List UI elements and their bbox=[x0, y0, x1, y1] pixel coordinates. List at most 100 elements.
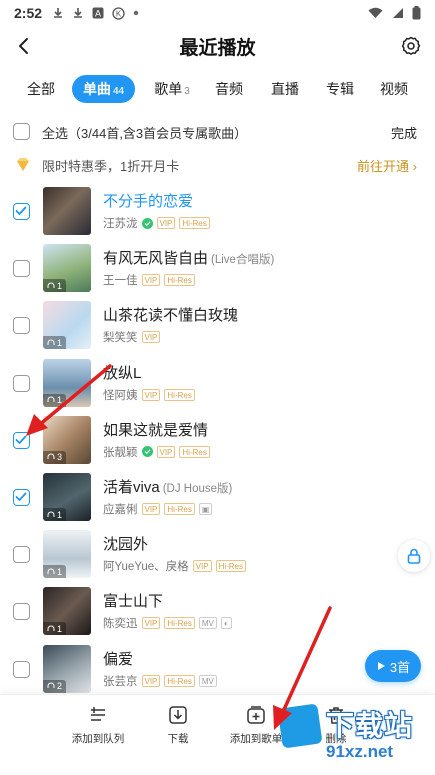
song-title: 沈园外 bbox=[103, 533, 148, 554]
quality-badge: ▣ bbox=[198, 503, 213, 515]
song-checkbox[interactable] bbox=[13, 489, 30, 506]
tab-label: 直播 bbox=[271, 81, 299, 97]
song-meta: 张靓颖 VIP Hi-Res bbox=[103, 444, 210, 460]
song-row[interactable]: 1 活着viva (DJ House版) 应嘉俐 VIP Hi-Res ▣ bbox=[0, 470, 435, 524]
album-cover: 1 bbox=[43, 587, 91, 636]
song-title-text: 如果这就是爱情 bbox=[103, 421, 209, 439]
watermark-url: 91xz.net bbox=[326, 742, 394, 761]
wifi-icon bbox=[368, 7, 383, 18]
add-to-queue-button[interactable]: 添加到队列 bbox=[58, 705, 138, 746]
play-count-value: 1 bbox=[57, 566, 63, 577]
song-meta: 陈奕迅 VIP Hi-Res MV ◐ bbox=[103, 615, 232, 631]
song-title-text: 山茶花读不懂白玫瑰 bbox=[103, 307, 239, 325]
tab-albums[interactable]: 专辑 bbox=[323, 75, 357, 103]
tab-label: 单曲 bbox=[82, 81, 111, 97]
select-all-checkbox[interactable] bbox=[13, 123, 30, 140]
song-version: (DJ House版) bbox=[162, 483, 233, 495]
headphones-icon bbox=[47, 682, 55, 689]
headphones-icon bbox=[47, 625, 55, 631]
download-button[interactable]: 下载 bbox=[138, 705, 218, 746]
song-title-text: 沈园外 bbox=[103, 536, 149, 554]
tab-live[interactable]: 直播 bbox=[268, 75, 302, 103]
song-meta: 应嘉俐 VIP Hi-Res ▣ bbox=[103, 501, 213, 517]
song-checkbox[interactable] bbox=[13, 317, 30, 335]
play-icon bbox=[377, 662, 385, 670]
quality-badge: ◐ bbox=[220, 617, 232, 630]
hires-badge: Hi-Res bbox=[215, 560, 247, 573]
vip-badge: VIP bbox=[141, 674, 161, 687]
song-title: 富士山下 bbox=[103, 590, 163, 611]
download-icon bbox=[169, 706, 187, 724]
song-checkbox[interactable] bbox=[13, 603, 30, 621]
action-label: 添加到歌单 bbox=[229, 733, 283, 745]
song-artist: 汪苏泷 bbox=[103, 218, 138, 230]
song-checkbox[interactable] bbox=[13, 546, 30, 564]
tab-count: 3 bbox=[184, 86, 190, 97]
song-artist: 王一佳 bbox=[103, 275, 138, 288]
page-title: 最近播放 bbox=[179, 37, 256, 59]
headphones-icon bbox=[47, 511, 55, 517]
tab-count: 44 bbox=[112, 86, 125, 97]
svg-text:A: A bbox=[95, 9, 101, 19]
song-title: 放纵L bbox=[103, 362, 141, 383]
tab-all[interactable]: 全部 bbox=[24, 75, 58, 103]
play-selected-button[interactable]: 3首 bbox=[365, 650, 421, 682]
song-meta: 汪苏泷 VIP Hi-Res bbox=[103, 215, 210, 231]
hires-badge: Hi-Res bbox=[164, 274, 195, 287]
action-label: 添加到队列 bbox=[71, 733, 125, 745]
tab-label: 歌单 bbox=[154, 81, 183, 97]
back-button[interactable] bbox=[10, 32, 38, 60]
song-checkbox[interactable] bbox=[13, 260, 30, 278]
vip-badge: VIP bbox=[156, 217, 176, 229]
title-bar: 最近播放 bbox=[0, 28, 435, 64]
song-checkbox[interactable] bbox=[13, 374, 30, 392]
play-count-value: 1 bbox=[57, 623, 63, 634]
vip-promo-banner: 限时特惠季，1折开月卡 前往开通 › bbox=[0, 152, 435, 178]
tab-label: 专辑 bbox=[326, 81, 354, 97]
promo-link[interactable]: 前往开通 › bbox=[357, 156, 417, 175]
song-checkbox[interactable] bbox=[13, 431, 30, 449]
song-artist: 应嘉俐 bbox=[103, 504, 138, 516]
song-title-text: 有风无风皆自由 bbox=[103, 250, 209, 268]
album-cover: 1 bbox=[43, 530, 91, 579]
select-all-label[interactable]: 全选（3/44首,含3首会员专属歌曲） bbox=[42, 123, 247, 142]
song-checkbox[interactable] bbox=[13, 203, 30, 220]
album-cover bbox=[43, 187, 91, 235]
headphones-icon bbox=[47, 396, 55, 403]
song-title: 如果这就是爱情 bbox=[103, 419, 208, 440]
song-row[interactable]: 1 富士山下陈奕迅 VIP Hi-Res MV ◐ bbox=[0, 584, 435, 638]
tab-playlists[interactable]: 歌单 3 bbox=[152, 75, 192, 103]
tab-singles[interactable]: 单曲 44 bbox=[72, 75, 135, 103]
tab-audio[interactable]: 音频 bbox=[212, 75, 246, 103]
song-row[interactable]: 3 如果这就是爱情 张靓颖 VIP Hi-Res bbox=[0, 413, 435, 467]
tab-label: 音频 bbox=[215, 81, 243, 97]
promo-text: 限时特惠季，1折开月卡 bbox=[42, 158, 180, 174]
done-button[interactable]: 完成 bbox=[391, 123, 417, 142]
settings-button[interactable] bbox=[397, 32, 425, 60]
song-title: 活着viva (DJ House版) bbox=[103, 476, 232, 497]
a-icon: A bbox=[92, 7, 104, 19]
song-title-text: 放纵L bbox=[103, 364, 142, 382]
dot-icon bbox=[133, 10, 139, 16]
headphones-icon bbox=[47, 568, 55, 574]
album-cover: 1 bbox=[43, 473, 91, 521]
play-count-value: 3 bbox=[57, 452, 63, 463]
play-count: 1 bbox=[43, 336, 67, 350]
tab-videos[interactable]: 视频 bbox=[377, 75, 411, 103]
song-artist: 陈奕迅 bbox=[103, 618, 138, 631]
song-row[interactable]: 1 有风无风皆自由 (Live合唱版) 王一佳 VIP Hi-Res bbox=[0, 241, 435, 295]
song-row[interactable]: 1 沈园外 阿YueYue、戾格 VIP Hi-Res bbox=[0, 527, 435, 581]
song-checkbox[interactable] bbox=[13, 660, 30, 678]
song-title-text: 活着viva bbox=[103, 479, 160, 496]
action-label: 下载 bbox=[167, 733, 189, 745]
song-row[interactable]: 1 山茶花读不懂白玫瑰 梨笑笑 VIP bbox=[0, 298, 435, 352]
song-row[interactable]: 不分手的恋爱 汪苏泷 VIP Hi-Res bbox=[0, 184, 435, 238]
song-title-text: 不分手的恋爱 bbox=[103, 193, 194, 210]
checkmark-icon bbox=[15, 206, 27, 215]
song-row[interactable]: 1 放纵L 怪阿姨 VIP Hi-Res bbox=[0, 356, 435, 410]
vip-diamond-icon bbox=[17, 158, 29, 171]
mv-badge: MV bbox=[198, 674, 217, 687]
lock-button[interactable] bbox=[398, 540, 430, 572]
song-meta: 梨笑笑 VIP bbox=[103, 329, 161, 345]
vip-badge: VIP bbox=[156, 445, 176, 458]
